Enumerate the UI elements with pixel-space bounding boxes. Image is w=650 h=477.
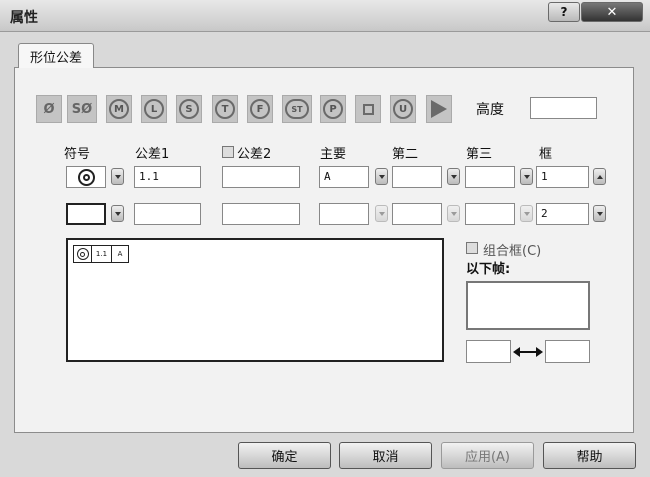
concentricity-preview-icon [74, 246, 92, 262]
feature-control-frame-preview: 1.1 A [73, 245, 129, 263]
preview-tolerance: 1.1 [92, 246, 112, 262]
free-state-icon: F [250, 99, 270, 119]
tab-geometric-tolerance[interactable]: 形位公差 [18, 43, 94, 68]
col-symbol-header: 符号 [64, 147, 91, 162]
tertiary-dropdown-row2[interactable] [520, 205, 533, 222]
tol1-input-row1[interactable]: 1.1 [134, 166, 201, 188]
chevron-up-icon [596, 174, 603, 179]
lmc-icon: L [144, 99, 164, 119]
mmc-symbol-button[interactable]: M [106, 95, 132, 123]
tol2-input-row1[interactable] [222, 166, 300, 188]
mmc-icon: M [109, 99, 129, 119]
col-tol1-header: 公差1 [135, 147, 170, 162]
ok-button[interactable]: 确定 [238, 442, 331, 469]
help-title-button[interactable]: ? [548, 2, 580, 22]
unequal-icon: U [393, 99, 413, 119]
tol2-input-row2[interactable] [222, 203, 300, 225]
below-frame-label: 以下帧: [466, 262, 511, 277]
projected-icon: P [323, 99, 343, 119]
chevron-down-icon [596, 211, 603, 216]
projected-symbol-button[interactable]: P [320, 95, 346, 123]
frame-input-row1[interactable]: 1 [536, 166, 589, 188]
symbol-field-row1[interactable] [66, 166, 106, 188]
symbol-dropdown-row2[interactable] [111, 205, 124, 222]
secondary-input-row2[interactable] [392, 203, 442, 225]
spherical-diameter-icon: SØ [71, 101, 93, 117]
diameter-symbol-button[interactable]: Ø [36, 95, 62, 123]
chevron-down-icon [450, 174, 457, 179]
chevron-down-icon [523, 174, 530, 179]
tertiary-input-row2[interactable] [465, 203, 515, 225]
frame-input-row2[interactable]: 2 [536, 203, 589, 225]
secondary-dropdown-row2[interactable] [447, 205, 460, 222]
spherical-diameter-symbol-button[interactable]: SØ [67, 95, 97, 123]
statistical-icon: ST [285, 99, 309, 119]
tertiary-input-row1[interactable] [465, 166, 515, 188]
col-frame-header: 框 [539, 147, 553, 162]
square-icon [362, 103, 374, 115]
rfs-icon: S [179, 99, 199, 119]
col-primary-header: 主要 [320, 147, 347, 162]
triangle-symbol-button[interactable] [426, 95, 452, 123]
frame-spinner-row1[interactable] [593, 168, 606, 185]
col-secondary-header: 第二 [392, 147, 419, 162]
apply-button[interactable]: 应用(A) [441, 442, 534, 469]
tol1-input-row2[interactable] [134, 203, 201, 225]
tangent-plane-symbol-button[interactable]: T [212, 95, 238, 123]
triangle-icon [431, 100, 447, 118]
chevron-down-icon [378, 174, 385, 179]
chevron-down-icon [114, 211, 121, 216]
rfs-symbol-button[interactable]: S [176, 95, 202, 123]
primary-input-row1[interactable]: A [319, 166, 369, 188]
col-tol2-header: 公差2 [237, 147, 272, 162]
secondary-input-row1[interactable] [392, 166, 442, 188]
chevron-down-icon [378, 211, 385, 216]
tol2-checkbox[interactable] [222, 146, 234, 158]
composite-label: 组合框(C) [483, 244, 542, 259]
double-arrow-icon [513, 346, 543, 358]
preview-datum: A [117, 250, 123, 258]
col-tertiary-header: 第三 [466, 147, 493, 162]
chevron-down-icon [523, 211, 530, 216]
height-input[interactable] [530, 97, 597, 119]
secondary-dropdown-row1[interactable] [447, 168, 460, 185]
square-symbol-button[interactable] [355, 95, 381, 123]
window-title: 属性 [10, 10, 38, 26]
diameter-icon: Ø [43, 101, 55, 117]
composite-checkbox[interactable] [466, 242, 478, 254]
close-button[interactable]: ✕ [581, 2, 643, 22]
title-bar: 属性 ? ✕ [0, 0, 650, 32]
height-label: 高度 [476, 102, 504, 118]
chevron-down-icon [450, 211, 457, 216]
unequal-symbol-button[interactable]: U [390, 95, 416, 123]
symbol-dropdown-row1[interactable] [111, 168, 124, 185]
symbol-field-row2[interactable] [66, 203, 106, 225]
below-frame-box[interactable] [466, 281, 590, 330]
composite-right-input[interactable] [545, 340, 590, 363]
cancel-button[interactable]: 取消 [339, 442, 432, 469]
primary-input-row2[interactable] [319, 203, 369, 225]
tertiary-dropdown-row1[interactable] [520, 168, 533, 185]
lmc-symbol-button[interactable]: L [141, 95, 167, 123]
chevron-down-icon [114, 174, 121, 179]
statistical-symbol-button[interactable]: ST [282, 95, 312, 123]
primary-dropdown-row2[interactable] [375, 205, 388, 222]
tangent-plane-icon: T [215, 99, 235, 119]
concentricity-icon [77, 168, 95, 186]
free-state-symbol-button[interactable]: F [247, 95, 273, 123]
frame-spinner-row2[interactable] [593, 205, 606, 222]
preview-area: 1.1 A [66, 238, 444, 362]
help-button[interactable]: 帮助 [543, 442, 636, 469]
composite-left-input[interactable] [466, 340, 511, 363]
primary-dropdown-row1[interactable] [375, 168, 388, 185]
